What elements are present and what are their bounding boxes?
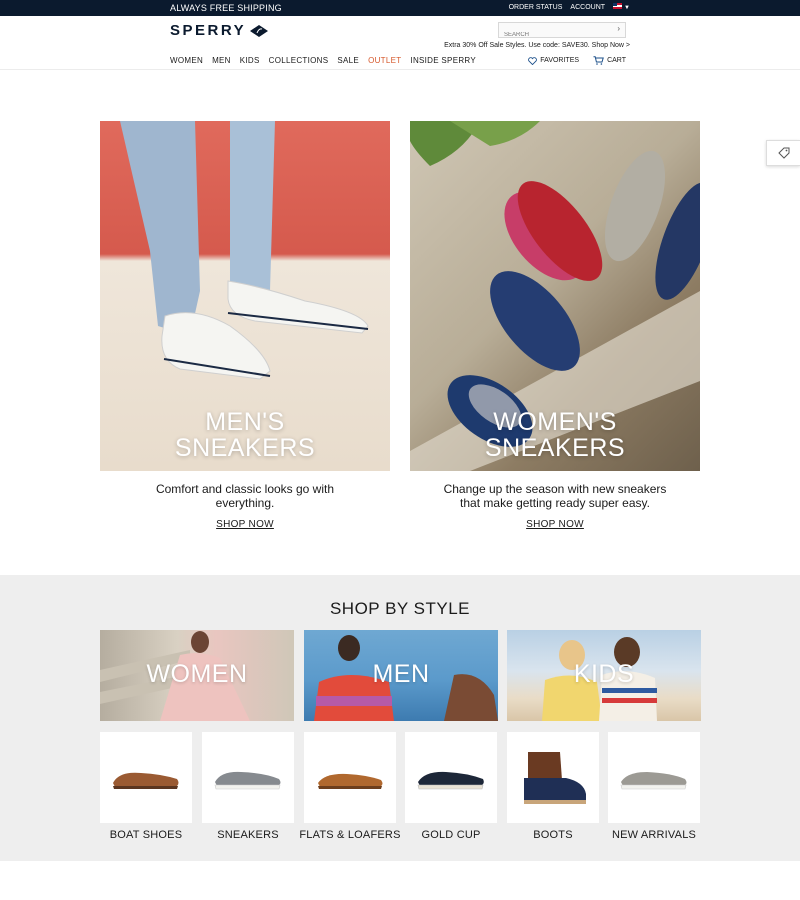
sneaker-image bbox=[214, 771, 281, 789]
cart-label: CART bbox=[607, 57, 626, 64]
country-selector[interactable]: ▼ bbox=[613, 3, 630, 11]
mens-title-line2: SNEAKERS bbox=[174, 434, 316, 462]
tag-icon bbox=[777, 147, 789, 159]
mens-sneakers-copy: Comfort and classic looks go with everyt… bbox=[155, 482, 335, 510]
nav-item-women[interactable]: WOMEN bbox=[170, 56, 203, 65]
womens-sneakers-hero-image[interactable]: WOMEN'S SNEAKERS bbox=[410, 121, 700, 471]
nav-item-men[interactable]: MEN bbox=[212, 56, 231, 65]
category-women[interactable]: WOMEN bbox=[100, 630, 294, 721]
category-men[interactable]: MEN bbox=[304, 630, 498, 721]
style-label-sneakers[interactable]: SNEAKERS bbox=[197, 829, 299, 841]
cart-link[interactable]: CART bbox=[593, 56, 626, 65]
loafer-image bbox=[318, 773, 383, 789]
womens-title-line2: SNEAKERS bbox=[484, 434, 626, 462]
top-bar: ALWAYS FREE SHIPPING ORDER STATUS ACCOUN… bbox=[0, 0, 800, 16]
category-women-label: WOMEN bbox=[146, 660, 248, 688]
shop-by-style-heading: SHOP BY STYLE bbox=[329, 599, 471, 618]
gold-cup-shoe-image bbox=[417, 771, 484, 789]
site-header: SPERRY › Extra 30% Off Sale Styles. Use … bbox=[0, 16, 800, 70]
mens-shop-now-link[interactable]: SHOP NOW bbox=[100, 519, 390, 530]
shop-by-style-section: SHOP BY STYLE WOMEN MEN KIDS BOAT SHOES … bbox=[0, 575, 800, 861]
style-tile-flats-loafers[interactable] bbox=[304, 732, 396, 823]
boat-shoe-image bbox=[113, 772, 179, 789]
nav-item-collections[interactable]: COLLECTIONS bbox=[269, 56, 329, 65]
sperry-logo[interactable]: SPERRY bbox=[170, 22, 269, 39]
us-flag-icon bbox=[613, 3, 623, 9]
style-tile-new-arrivals[interactable] bbox=[608, 732, 700, 823]
new-arrival-shoe-image bbox=[620, 771, 687, 789]
favorites-label: FAVORITES bbox=[540, 57, 580, 64]
utility-links: FAVORITES CART bbox=[528, 56, 626, 65]
style-tile-boots[interactable] bbox=[507, 732, 599, 823]
search-box: › bbox=[498, 22, 626, 42]
womens-sneakers-copy: Change up the season with new sneakers t… bbox=[443, 482, 667, 510]
chevron-down-icon: ▼ bbox=[624, 5, 630, 11]
search-input[interactable] bbox=[499, 28, 609, 42]
top-links: ORDER STATUS ACCOUNT ▼ bbox=[509, 3, 630, 11]
style-label-boat-shoes[interactable]: BOAT SHOES bbox=[95, 829, 197, 841]
logo-wordmark: SPERRY bbox=[170, 22, 247, 39]
style-label-new-arrivals[interactable]: NEW ARRIVALS bbox=[603, 829, 705, 841]
sale-promo-link[interactable]: Extra 30% Off Sale Styles. Use code: SAV… bbox=[444, 42, 630, 49]
side-offer-tab[interactable] bbox=[766, 140, 800, 166]
mens-sneakers-title: MEN'S SNEAKERS bbox=[100, 409, 390, 461]
nav-item-inside-sperry[interactable]: INSIDE SPERRY bbox=[410, 56, 476, 65]
style-label-boots[interactable]: BOOTS bbox=[502, 829, 604, 841]
style-tile-sneakers[interactable] bbox=[202, 732, 294, 823]
cart-icon bbox=[593, 56, 604, 65]
womens-shop-now-link[interactable]: SHOP NOW bbox=[410, 519, 700, 530]
search-submit-icon[interactable]: › bbox=[617, 24, 620, 33]
style-tile-boat-shoes[interactable] bbox=[100, 732, 192, 823]
boot-image bbox=[524, 751, 586, 804]
logo-burgee-icon bbox=[250, 24, 269, 37]
nav-item-sale[interactable]: SALE bbox=[337, 56, 359, 65]
style-label-gold-cup[interactable]: GOLD CUP bbox=[400, 829, 502, 841]
category-kids[interactable]: KIDS bbox=[507, 630, 701, 721]
style-label-flats-loafers[interactable]: FLATS & LOAFERS bbox=[299, 829, 401, 841]
nav-item-outlet[interactable]: OUTLET bbox=[368, 56, 401, 65]
style-tile-gold-cup[interactable] bbox=[405, 732, 497, 823]
account-link[interactable]: ACCOUNT bbox=[570, 4, 605, 11]
category-men-label: MEN bbox=[372, 660, 430, 688]
womens-sneakers-title: WOMEN'S SNEAKERS bbox=[410, 409, 700, 461]
main-nav: WOMEN MEN KIDS COLLECTIONS SALE OUTLET I… bbox=[170, 56, 476, 65]
womens-title-line1: WOMEN'S bbox=[493, 408, 617, 436]
category-kids-label: KIDS bbox=[573, 660, 635, 688]
heart-icon bbox=[528, 56, 538, 65]
order-status-link[interactable]: ORDER STATUS bbox=[509, 4, 563, 11]
free-shipping-promo[interactable]: ALWAYS FREE SHIPPING bbox=[170, 3, 282, 13]
favorites-link[interactable]: FAVORITES bbox=[528, 56, 580, 65]
mens-sneakers-hero-image[interactable]: MEN'S SNEAKERS bbox=[100, 121, 390, 471]
nav-item-kids[interactable]: KIDS bbox=[240, 56, 260, 65]
mens-title-line1: MEN'S bbox=[205, 408, 285, 436]
